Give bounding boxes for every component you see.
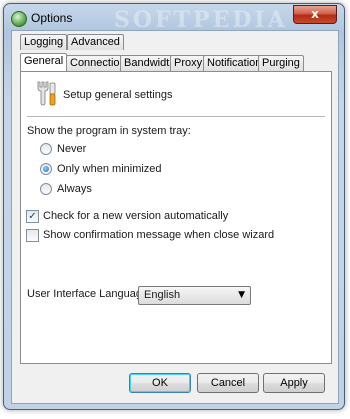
radio-never[interactable] xyxy=(40,143,52,155)
radio-always[interactable] xyxy=(40,183,52,195)
tab-purging[interactable]: Purging xyxy=(258,55,304,71)
tab-proxy[interactable]: Proxy xyxy=(170,55,207,71)
radio-always-label[interactable]: Always xyxy=(57,183,92,195)
language-select[interactable]: English ▼ xyxy=(138,286,251,305)
tray-label: Show the program in system tray: xyxy=(27,125,191,137)
close-icon: x xyxy=(311,7,319,21)
confirm-close-label[interactable]: Show confirmation message when close wiz… xyxy=(43,229,274,241)
section-header: Setup general settings xyxy=(63,89,173,101)
dialog-client: Logging Advanced General Connection Band… xyxy=(11,30,339,404)
tab-advanced[interactable]: Advanced xyxy=(67,34,124,50)
check-updates-checkbox[interactable]: ✓ xyxy=(26,210,39,223)
window-title: Options xyxy=(31,11,73,25)
chevron-down-icon: ▼ xyxy=(238,290,245,300)
close-button[interactable]: x xyxy=(293,5,337,24)
tab-general[interactable]: General xyxy=(20,53,68,71)
radio-never-label[interactable]: Never xyxy=(57,143,86,155)
tools-icon xyxy=(37,81,56,106)
tab-logging[interactable]: Logging xyxy=(20,34,68,50)
app-icon xyxy=(11,11,27,27)
cancel-button[interactable]: Cancel xyxy=(197,373,259,393)
ok-button[interactable]: OK xyxy=(129,373,191,393)
header-divider xyxy=(27,116,325,118)
confirm-close-checkbox[interactable] xyxy=(26,229,39,242)
general-panel: Setup general settings Show the program … xyxy=(20,71,332,364)
radio-only-when-minimized[interactable] xyxy=(40,163,52,175)
language-label: User Interface Language: xyxy=(27,288,152,300)
checkmark-icon: ✓ xyxy=(28,211,37,222)
apply-button[interactable]: Apply xyxy=(263,373,325,393)
radio-only-when-minimized-label[interactable]: Only when minimized xyxy=(57,163,162,175)
options-window: SOFTPEDIA Options x Logging Advanced Gen… xyxy=(3,3,345,410)
tab-notification[interactable]: Notification xyxy=(203,55,266,71)
language-value: English xyxy=(144,289,181,301)
check-updates-label[interactable]: Check for a new version automatically xyxy=(43,210,228,222)
